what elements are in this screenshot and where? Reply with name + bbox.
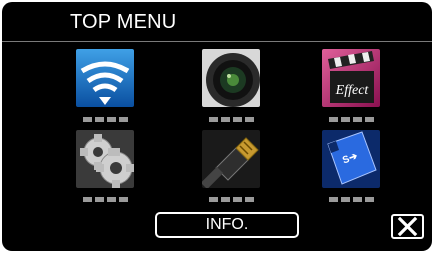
camera-screen: TOP MENU Effect S➔ INFO. (2, 2, 432, 251)
item-indicator (83, 117, 128, 122)
effect-icon: Effect (322, 49, 380, 107)
item-indicator (83, 197, 128, 202)
menu-item-settings[interactable] (76, 130, 134, 188)
menu-item-media[interactable]: S➔ (322, 130, 380, 188)
sd-card-icon: S➔ (322, 130, 380, 188)
close-icon (397, 216, 418, 237)
menu-item-camera[interactable] (202, 49, 260, 107)
item-indicator (329, 117, 374, 122)
header: TOP MENU (2, 2, 432, 42)
item-indicator (209, 197, 254, 202)
item-indicator (329, 197, 374, 202)
svg-text:Effect: Effect (335, 83, 370, 98)
menu-item-effect[interactable]: Effect (322, 49, 380, 107)
menu-item-wifi[interactable] (76, 49, 134, 107)
close-button[interactable] (391, 214, 424, 239)
page-title: TOP MENU (70, 11, 177, 33)
info-button[interactable]: INFO. (155, 212, 299, 238)
wifi-icon (76, 49, 134, 107)
header-divider (2, 41, 432, 42)
camera-lens-icon (202, 49, 260, 107)
hdmi-cable-icon (202, 130, 260, 188)
info-button-label: INFO. (205, 216, 249, 233)
menu-item-connection[interactable] (202, 130, 260, 188)
item-indicator (209, 117, 254, 122)
gear-icon (76, 130, 134, 188)
